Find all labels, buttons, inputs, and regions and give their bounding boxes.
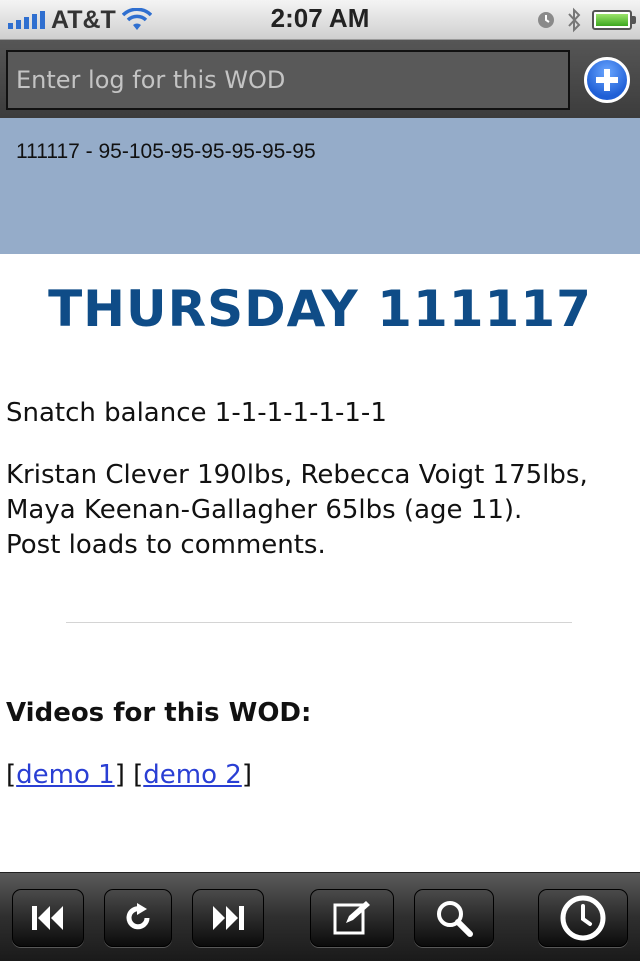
alarm-icon <box>538 12 554 28</box>
wod-workout: Snatch balance 1-1-1-1-1-1-1 <box>6 398 387 428</box>
status-bar: AT&T 2:07 AM <box>0 0 640 40</box>
video-link-demo-1[interactable]: demo 1 <box>16 760 115 790</box>
next-button[interactable] <box>192 889 264 947</box>
battery-icon <box>592 10 636 30</box>
wod-notes: Kristan Clever 190lbs, Rebecca Voigt 175… <box>6 460 588 525</box>
rewind-icon <box>32 906 63 930</box>
bluetooth-icon <box>568 7 581 33</box>
search-icon <box>437 901 473 937</box>
videos-heading: Videos for this WOD: <box>6 698 312 728</box>
compose-icon <box>333 901 370 935</box>
log-input-bar <box>0 40 640 118</box>
wod-title: THURSDAY 111117 <box>48 280 592 338</box>
clock-icon <box>560 895 606 941</box>
search-button[interactable] <box>414 889 494 947</box>
divider <box>66 622 572 623</box>
video-link-demo-2[interactable]: demo 2 <box>143 760 242 790</box>
previous-button[interactable] <box>12 889 84 947</box>
wod-post-instruction: Post loads to comments. <box>6 530 326 560</box>
log-entry[interactable]: 111117 - 95-105-95-95-95-95-95 <box>16 140 316 164</box>
history-button[interactable] <box>538 889 628 947</box>
compose-button[interactable] <box>310 889 394 947</box>
bottom-toolbar <box>0 872 640 961</box>
refresh-button[interactable] <box>104 889 172 947</box>
refresh-icon <box>126 903 150 930</box>
wod-notes-block: Kristan Clever 190lbs, Rebecca Voigt 175… <box>6 458 626 563</box>
plus-icon <box>596 69 618 91</box>
add-log-button[interactable] <box>584 57 630 103</box>
log-list: 111117 - 95-105-95-95-95-95-95 <box>0 118 640 254</box>
log-input[interactable] <box>6 50 570 110</box>
video-links: [demo 1] [demo 2] <box>6 760 252 790</box>
status-right <box>536 6 636 34</box>
fast-forward-icon <box>213 906 244 930</box>
